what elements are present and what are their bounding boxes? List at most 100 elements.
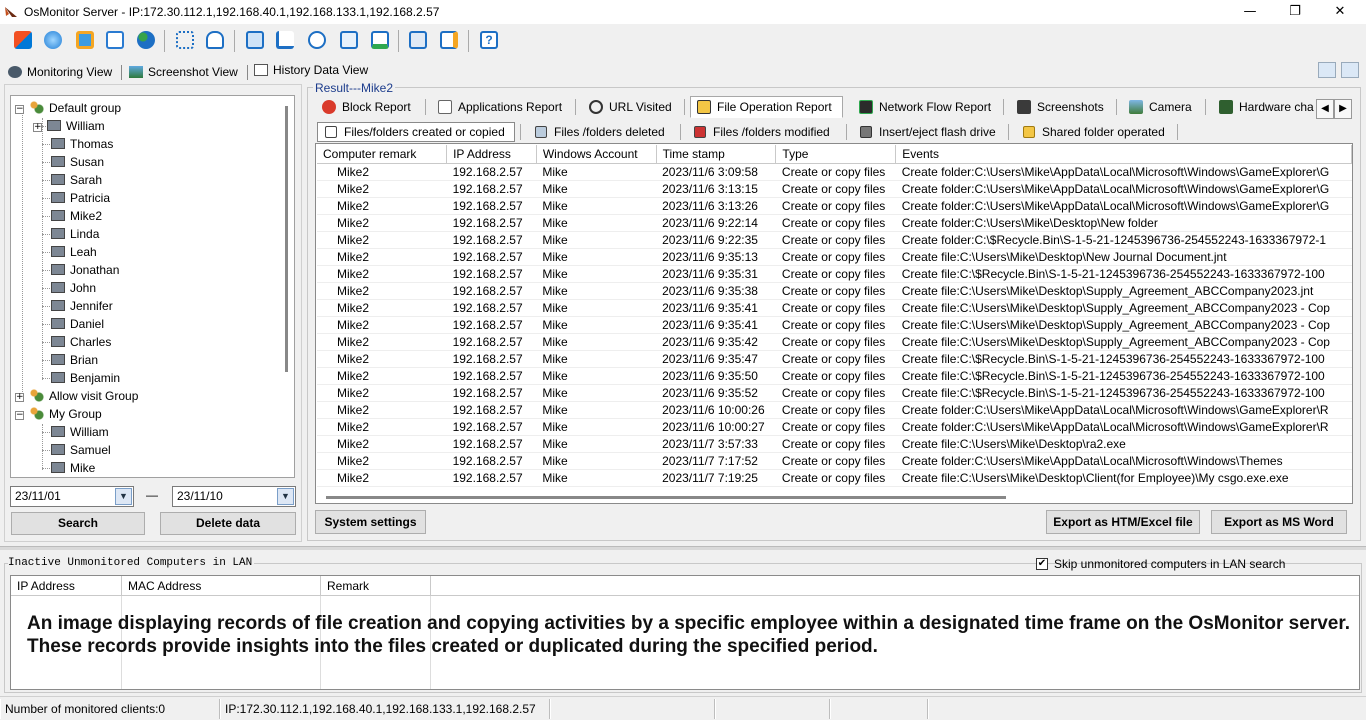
tree-item-brian[interactable]: Brian [51,351,98,369]
settings-icon[interactable] [72,27,98,53]
table-row[interactable]: Mike2 192.168.2.57 Mike 2023/11/6 9:35:13 Cr… [317,248,1352,266]
tab-scroll-left[interactable]: ◀ [1316,99,1334,119]
tab-block-report[interactable]: Block Report [315,96,412,118]
column-header-type[interactable]: Type [775,145,897,164]
table-row[interactable]: Mike2 192.168.2.57 Mike 2023/11/6 3:13:26 Cr… [317,197,1352,215]
tree-item-leah[interactable]: Leah [51,243,97,261]
tree-item-william[interactable]: + William [33,117,105,135]
delete-data-button[interactable]: Delete data [160,512,296,535]
tab-file-operation-report[interactable]: File Operation Report [690,96,843,118]
subtab-shared-folder[interactable]: Shared folder operated [1015,122,1166,142]
column-header-ip-address[interactable]: IP Address [446,145,537,164]
close-button[interactable]: ✕ [1320,2,1360,22]
subtab-modified[interactable]: Files /folders modified [686,122,831,142]
minimize-button[interactable]: — [1230,2,1270,22]
presentation-icon[interactable] [367,27,393,53]
tree-item-jonathan[interactable]: Jonathan [51,261,119,279]
table-hscrollbar[interactable] [316,492,1352,503]
subtab-deleted[interactable]: Files /folders deleted [527,122,666,142]
tab-screenshots[interactable]: Screenshots [1010,96,1105,118]
tab-applications-report[interactable]: Applications Report [431,96,563,118]
tree-scrollbar[interactable] [283,96,291,378]
grid-icon[interactable] [172,27,198,53]
network-icon[interactable] [336,27,362,53]
chevron-down-icon[interactable]: ▼ [115,488,132,505]
cast-icon[interactable] [272,27,298,53]
tree-group-my-group[interactable]: − My Group [15,405,102,423]
table-row[interactable]: Mike2 192.168.2.57 Mike 2023/11/6 9:22:35 Cr… [317,231,1352,249]
tab-scroll-right[interactable]: ▶ [1334,99,1352,119]
help-icon[interactable]: ? [476,27,502,53]
tree-item-susan[interactable]: Susan [51,153,104,171]
tree-group-allow-visit[interactable]: + Allow visit Group [15,387,138,405]
column-header-time-stamp[interactable]: Time stamp [656,145,777,164]
table-row[interactable]: Mike2 192.168.2.57 Mike 2023/11/7 7:17:52 Cr… [317,452,1352,470]
users-icon[interactable] [133,27,159,53]
table-row[interactable]: Mike2 192.168.2.57 Mike 2023/11/7 7:19:25 Cr… [317,469,1352,487]
lan-col-ip[interactable]: IP Address [11,576,122,596]
tab-network-flow-report[interactable]: Network Flow Report [852,96,992,118]
lan-computers-list[interactable]: IP Address MAC Address Remark An image d… [10,575,1360,690]
tab-monitoring-view[interactable]: Monitoring View [8,62,112,82]
panel-splitter[interactable] [0,546,1366,550]
lan-col-remark[interactable]: Remark [321,576,431,596]
tab-hardware-change[interactable]: Hardware cha [1212,96,1316,118]
tab-history-data-view[interactable]: History Data View [254,60,368,80]
list-icon[interactable] [1341,62,1359,78]
records-table[interactable]: Computer remark IP Address Windows Account… [315,143,1353,504]
subtab-created-copied[interactable]: Files/folders created or copied [317,122,515,142]
tab-screenshot-view[interactable]: Screenshot View [129,62,238,82]
table-row[interactable]: Mike2 192.168.2.57 Mike 2023/11/6 9:35:47 Cr… [317,350,1352,368]
column-header-events[interactable]: Events [895,145,1352,164]
tree-item-john[interactable]: John [51,279,96,297]
table-hscroll-thumb[interactable] [326,496,1006,499]
tree-item-daniel[interactable]: Daniel [51,315,104,333]
maximize-button[interactable]: ❐ [1275,2,1315,22]
table-row[interactable]: Mike2 192.168.2.57 Mike 2023/11/6 9:35:52 Cr… [317,384,1352,402]
table-row[interactable]: Mike2 192.168.2.57 Mike 2023/11/6 3:09:58 Cr… [317,163,1352,181]
search-button[interactable]: Search [11,512,145,535]
tree-group-default[interactable]: − Default group [15,99,121,117]
table-row[interactable]: Mike2 192.168.2.57 Mike 2023/11/6 9:35:50 Cr… [317,367,1352,385]
tree-item-mike2[interactable]: Mike2 [51,207,102,225]
tree-item-sarah[interactable]: Sarah [51,171,102,189]
tree-item-jennifer[interactable]: Jennifer [51,297,113,315]
table-row[interactable]: Mike2 192.168.2.57 Mike 2023/11/6 9:22:14 Cr… [317,214,1352,232]
export-ms-word-button[interactable]: Export as MS Word [1211,510,1347,534]
computer-tree[interactable]: − Default group + William Thomas Susan Sarah P… [10,95,295,478]
date-from-picker[interactable]: 23/11/01 ▼ [10,486,134,507]
search-user-icon[interactable] [304,27,330,53]
tree-item-linda[interactable]: Linda [51,225,99,243]
column-header-computer-remark[interactable]: Computer remark [317,145,448,164]
table-row[interactable]: Mike2 192.168.2.57 Mike 2023/11/6 9:35:41 Cr… [317,299,1352,317]
tree-item-mike[interactable]: Mike [51,459,95,477]
export-icon[interactable] [405,27,431,53]
tree-item-charles[interactable]: Charles [51,333,111,351]
chevron-down-icon[interactable]: ▼ [277,488,294,505]
table-row[interactable]: Mike2 192.168.2.57 Mike 2023/11/6 3:13:15 Cr… [317,180,1352,198]
ip-lock-icon[interactable] [436,27,462,53]
monitor-icon[interactable] [242,27,268,53]
table-row[interactable]: Mike2 192.168.2.57 Mike 2023/11/7 3:57:33 Cr… [317,435,1352,453]
tree-item-patricia[interactable]: Patricia [51,189,110,207]
lan-col-mac[interactable]: MAC Address [122,576,321,596]
export-htm-excel-button[interactable]: Export as HTM/Excel file [1046,510,1200,534]
tree-item-thomas[interactable]: Thomas [51,135,113,153]
skip-unmonitored-checkbox[interactable]: ✔ [1036,558,1048,570]
search-icon[interactable] [1318,62,1336,78]
tab-camera[interactable]: Camera [1122,96,1193,118]
tree-item-samuel[interactable]: Samuel [51,441,111,459]
system-settings-button[interactable]: System settings [315,510,426,534]
tree-item-benjamin[interactable]: Benjamin [51,369,120,387]
tab-url-visited[interactable]: URL Visited [582,96,673,118]
table-row[interactable]: Mike2 192.168.2.57 Mike 2023/11/6 10:00:27 C… [317,418,1352,436]
table-row[interactable]: Mike2 192.168.2.57 Mike 2023/11/6 10:00:26 C… [317,401,1352,419]
table-row[interactable]: Mike2 192.168.2.57 Mike 2023/11/6 9:35:42 Cr… [317,333,1352,351]
subtab-flash-drive[interactable]: Insert/eject flash drive [852,122,997,142]
table-row[interactable]: Mike2 192.168.2.57 Mike 2023/11/6 9:35:31 Cr… [317,265,1352,283]
table-row[interactable]: Mike2 192.168.2.57 Mike 2023/11/6 9:35:38 Cr… [317,282,1352,300]
report-icon[interactable] [102,27,128,53]
globe-icon[interactable] [40,27,66,53]
lock-icon[interactable] [202,27,228,53]
date-to-picker[interactable]: 23/11/10 ▼ [172,486,296,507]
